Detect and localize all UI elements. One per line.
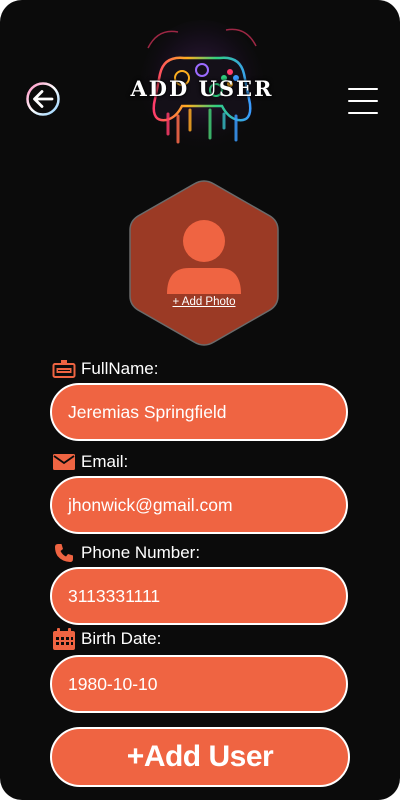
add-user-screen: Add User + Add Photo FullName: Jeremias … [0,0,400,800]
phone-label-text: Phone Number: [81,543,201,562]
fullname-label-text: FullName: [81,359,159,378]
envelope-icon [52,451,76,473]
birthdate-label: Birth Date: [52,628,161,650]
phone-label: Phone Number: [52,542,200,564]
id-card-icon [52,358,76,380]
add-user-button[interactable]: +Add User [50,727,350,787]
birthdate-field[interactable]: 1980-10-10 [50,655,348,713]
email-label-text: Email: [81,452,129,471]
hamburger-menu-icon[interactable] [348,88,378,114]
menu-bar [348,112,378,114]
menu-bar [348,100,378,102]
page-title: Add User [130,76,274,101]
fullname-field[interactable]: Jeremias Springfield [50,383,348,441]
email-label: Email: [52,451,128,473]
header: Add User [0,0,400,170]
add-photo-link[interactable]: + Add Photo [127,296,281,308]
birthdate-label-text: Birth Date: [81,629,162,648]
email-field[interactable]: jhonwick@gmail.com [50,476,348,534]
fullname-label: FullName: [52,358,158,380]
avatar-photo-picker[interactable] [127,178,281,348]
phone-icon [52,542,76,564]
menu-bar [348,88,378,90]
phone-field[interactable]: 3113331111 [50,567,348,625]
calendar-icon [52,628,76,650]
